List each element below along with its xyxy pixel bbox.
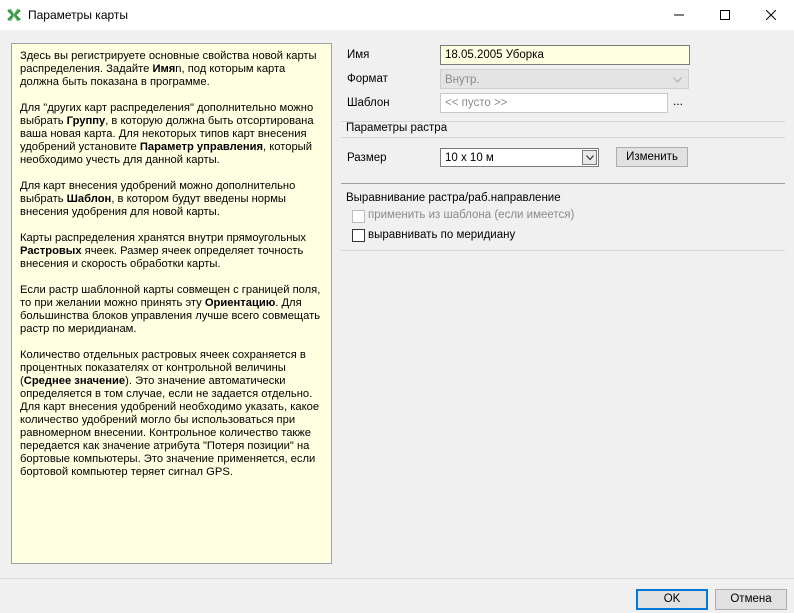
help-paragraph: Если растр шаблонной карты совмещен с гр…	[20, 284, 325, 336]
format-label: Формат	[347, 73, 388, 85]
chevron-down-icon	[586, 155, 594, 160]
help-paragraph: Количество отдельных растровых ячеек сох…	[20, 349, 325, 479]
help-keyword: Растровых	[20, 245, 82, 257]
close-button[interactable]	[748, 0, 794, 30]
minimize-icon	[674, 14, 684, 16]
help-keyword: Среднее значение	[23, 375, 126, 387]
size-select[interactable]: 10 x 10 м	[440, 148, 599, 167]
format-select[interactable]: Внутр.	[440, 69, 689, 89]
help-text: ). Это значение автоматически определяет…	[20, 375, 320, 478]
maximize-icon	[720, 10, 730, 20]
align-meridian-label: выравнивать по меридиану	[368, 229, 516, 241]
close-icon	[766, 10, 776, 20]
help-keyword: Ориентацию	[204, 297, 276, 309]
alignment-title: Выравнивание растра/раб.направление	[346, 192, 561, 204]
size-dropdown-button[interactable]	[582, 150, 597, 165]
name-input[interactable]: 18.05.2005 Уборка	[440, 45, 690, 65]
template-label: Шаблон	[347, 97, 390, 109]
title-bar[interactable]: Параметры карты	[0, 0, 794, 30]
help-text: Карты распределения хранятся внутри прям…	[20, 232, 307, 244]
help-panel: Здесь вы регистрируете основные свойства…	[11, 43, 332, 564]
maximize-button[interactable]	[702, 0, 748, 30]
minimize-button[interactable]	[656, 0, 702, 30]
help-keyword: Параметр управления	[139, 141, 264, 153]
template-browse-button[interactable]: ...	[673, 95, 687, 110]
raster-group-title: Параметры растра	[346, 122, 448, 134]
change-size-button[interactable]: Изменить	[616, 147, 688, 167]
help-paragraph: Для "других карт распределения" дополнит…	[20, 102, 325, 167]
template-input[interactable]: << пусто >>	[440, 93, 668, 113]
help-keyword: Группу	[66, 115, 106, 127]
help-paragraph: Здесь вы регистрируете основные свойства…	[20, 50, 325, 89]
size-value: 10 x 10 м	[445, 152, 494, 164]
name-label: Имя	[347, 49, 370, 61]
app-map-icon	[7, 8, 21, 22]
help-paragraph: Для карт внесения удобрений можно дополн…	[20, 180, 325, 219]
divider	[341, 183, 785, 184]
window-title: Параметры карты	[28, 8, 129, 22]
apply-template-checkbox[interactable]	[352, 210, 365, 223]
help-keyword: Имя	[152, 63, 176, 75]
size-label: Размер	[347, 152, 387, 164]
align-meridian-checkbox[interactable]	[352, 229, 365, 242]
apply-template-label: применить из шаблона (если имеется)	[368, 209, 575, 221]
help-keyword: Шаблон	[66, 193, 112, 205]
chevron-down-icon	[673, 77, 682, 83]
format-value: Внутр.	[445, 74, 480, 86]
help-paragraph: Карты распределения хранятся внутри прям…	[20, 232, 325, 271]
footer-divider	[0, 578, 794, 579]
ok-button[interactable]: OK	[636, 589, 708, 610]
cancel-button[interactable]: Отмена	[715, 589, 787, 610]
divider	[341, 137, 785, 138]
divider	[341, 250, 785, 251]
